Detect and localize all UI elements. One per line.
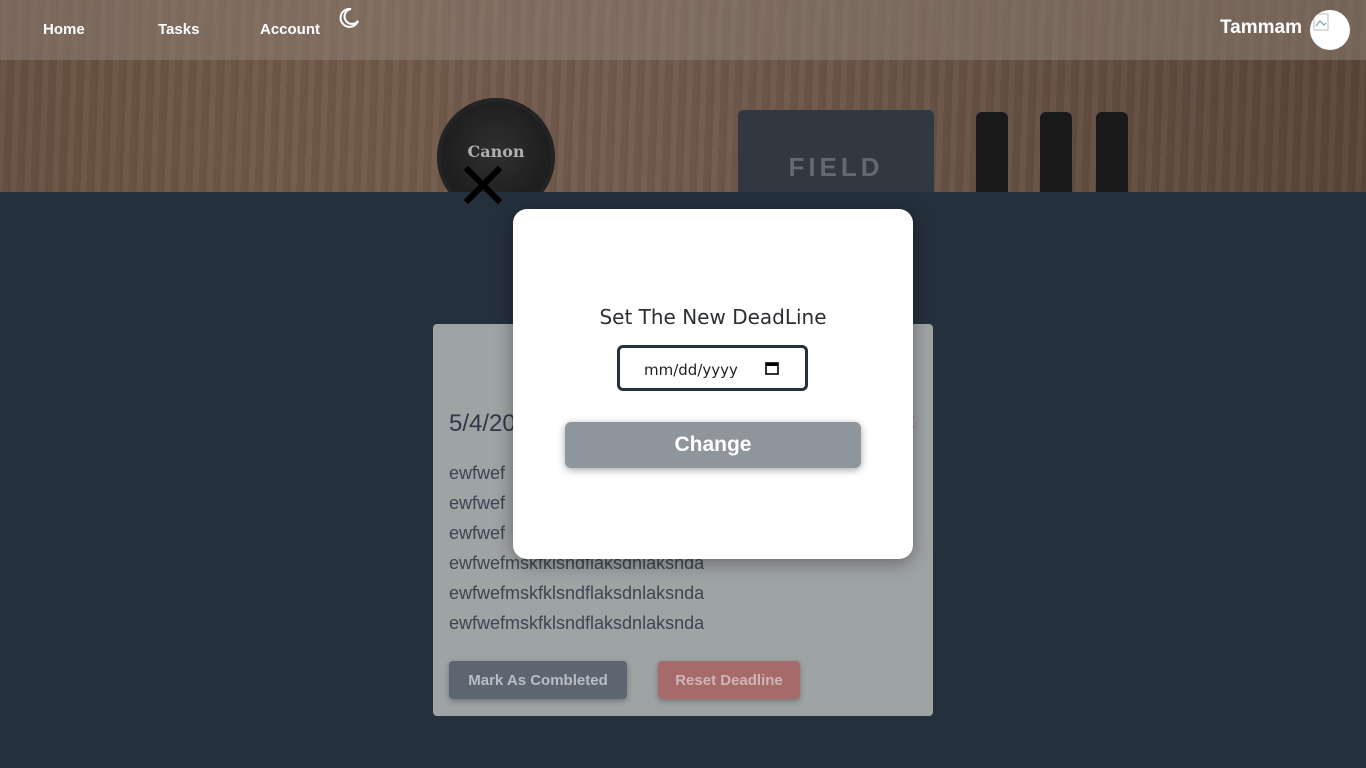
calendar-icon[interactable] (765, 361, 779, 375)
modal-title: Set The New DeadLine (599, 305, 827, 329)
task-text-line: ewfwefmskfklsndflaksdnlaksnda (449, 613, 705, 633)
change-deadline-button[interactable]: Change (565, 422, 861, 468)
task-text-line: ewfwef (449, 493, 506, 513)
navbar: Home Tasks Account Tammam (0, 0, 1366, 60)
reset-deadline-button[interactable]: Reset Deadline (658, 661, 800, 699)
deadline-date-input[interactable]: mm/dd/yyyy (617, 345, 808, 391)
nav-tasks-link[interactable]: Tasks (158, 21, 199, 38)
close-icon[interactable] (462, 164, 504, 206)
task-text-line: ewfwef (449, 463, 506, 483)
moon-icon[interactable] (337, 6, 361, 30)
nav-account-link[interactable]: Account (260, 21, 320, 38)
task-text-line: ewfwefmskfklsndflaksdnlaksnda (449, 583, 705, 603)
broken-image-icon (1313, 13, 1329, 31)
task-text-line: ewfwef (449, 523, 506, 543)
task-deadline-date: 5/4/20 (449, 410, 516, 437)
deadline-modal: Set The New DeadLine mm/dd/yyyy Change (513, 209, 913, 559)
mark-completed-button[interactable]: Mark As Combleted (449, 661, 627, 699)
username: Tammam (1219, 17, 1302, 38)
avatar[interactable] (1310, 10, 1350, 50)
nav-home-link[interactable]: Home (43, 21, 85, 38)
date-placeholder: mm/dd/yyyy (644, 361, 738, 379)
